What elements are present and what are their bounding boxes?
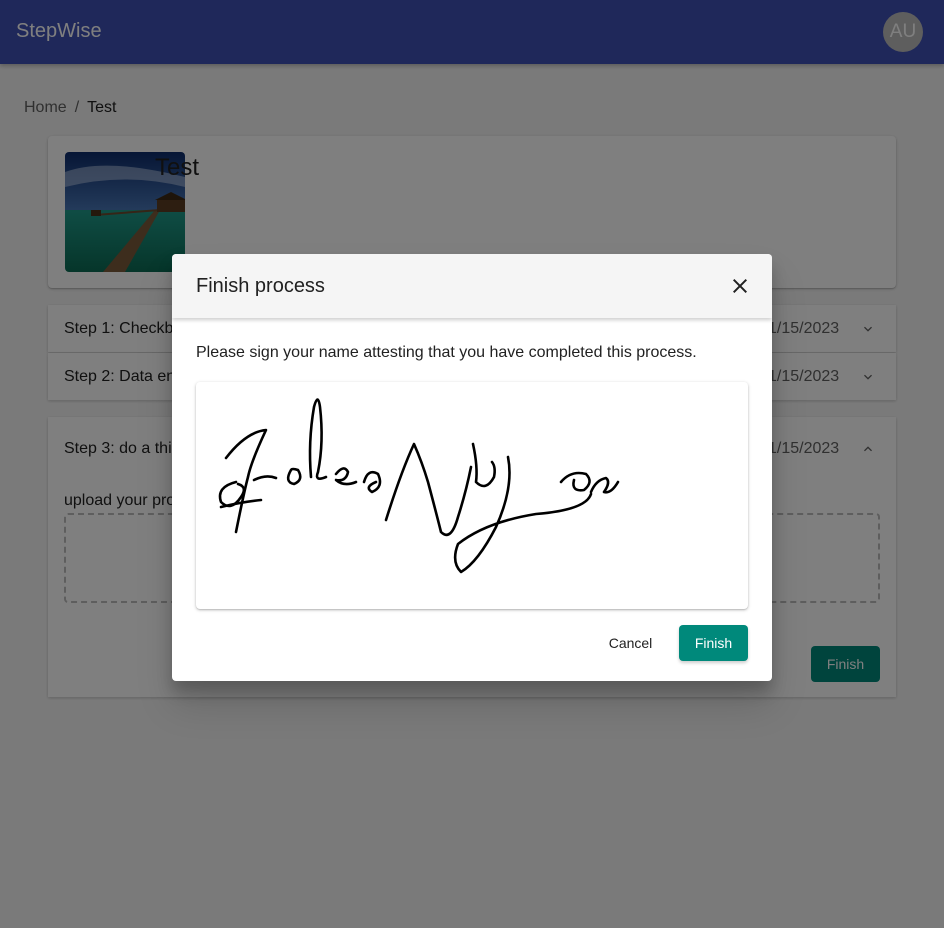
- finish-process-dialog: Finish process Please sign your name att…: [172, 254, 772, 681]
- finish-button[interactable]: Finish: [679, 625, 748, 661]
- cancel-button[interactable]: Cancel: [596, 625, 665, 661]
- dialog-header: Finish process: [172, 254, 772, 318]
- close-icon[interactable]: [728, 274, 752, 298]
- signature-pad[interactable]: [196, 382, 748, 609]
- dialog-title: Finish process: [196, 275, 325, 297]
- signature-stroke: [218, 398, 620, 574]
- dialog-instruction: Please sign your name attesting that you…: [196, 344, 697, 361]
